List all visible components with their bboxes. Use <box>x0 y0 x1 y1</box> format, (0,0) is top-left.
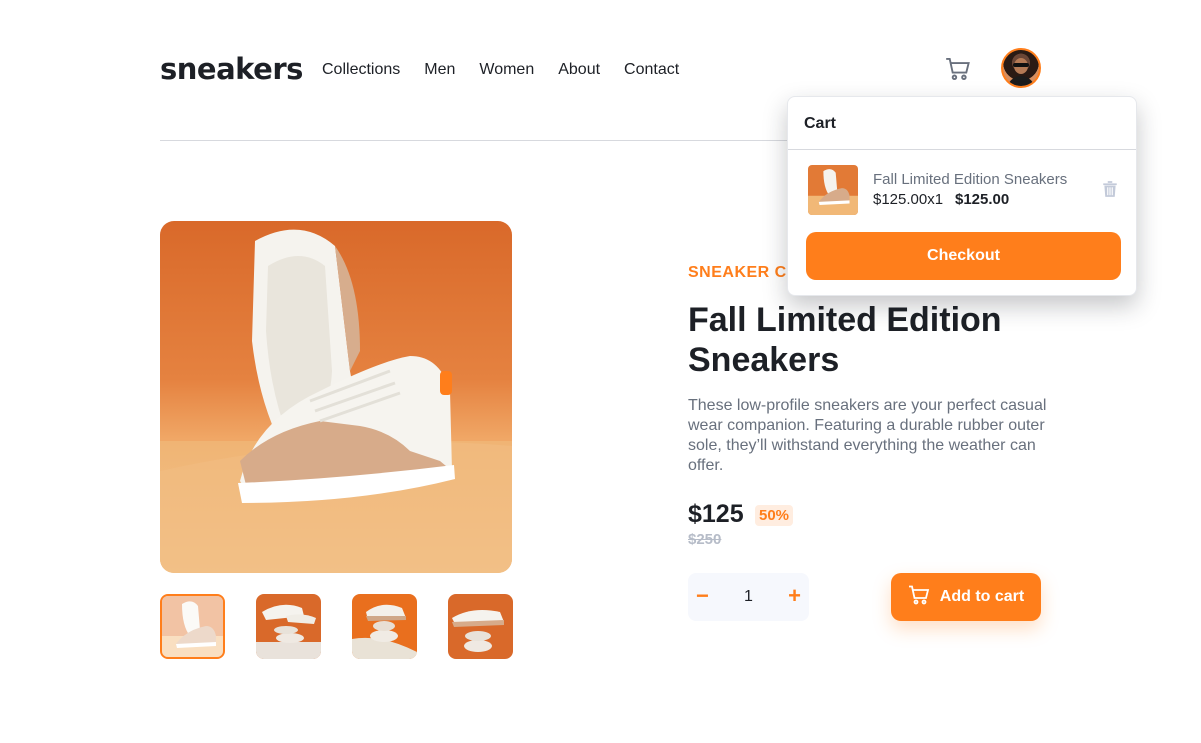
quantity-stepper: − 1 + <box>688 573 809 621</box>
nav-link-collections[interactable]: Collections <box>322 61 400 79</box>
thumbnail-4[interactable] <box>448 594 513 659</box>
cart-icon <box>908 585 930 610</box>
nav-link-about[interactable]: About <box>558 61 600 79</box>
cart-item-unit-price: $125.00x1 <box>873 191 944 208</box>
user-avatar[interactable] <box>1001 48 1041 88</box>
cart-item: Fall Limited Edition Sneakers $125.00x1 … <box>808 165 1120 215</box>
thumbnail-1[interactable] <box>160 594 225 659</box>
product-description: These low-profile sneakers are your perf… <box>688 397 1047 474</box>
discount-badge: 50% <box>755 505 794 526</box>
cart-item-thumbnail <box>808 165 858 215</box>
thumbnail-strip <box>160 594 513 659</box>
company-label: SNEAKER CO <box>688 264 800 281</box>
product-main-image[interactable] <box>160 221 512 573</box>
nav-link-women[interactable]: Women <box>479 61 534 79</box>
main-nav: Collections Men Women About Contact <box>322 61 679 79</box>
trash-icon[interactable] <box>1102 180 1118 198</box>
nav-link-contact[interactable]: Contact <box>624 61 679 79</box>
thumbnail-2[interactable] <box>256 594 321 659</box>
product-title: Fall Limited Edition Sneakers <box>688 301 1002 379</box>
logo[interactable]: sneakers <box>160 52 303 86</box>
cart-item-total: $125.00 <box>955 191 1010 208</box>
checkout-button[interactable]: Checkout <box>806 232 1121 280</box>
add-to-cart-button[interactable]: Add to cart <box>891 573 1041 621</box>
add-to-cart-label: Add to cart <box>939 588 1025 605</box>
cart-item-name: Fall Limited Edition Sneakers <box>873 171 1068 188</box>
cart-icon[interactable] <box>945 56 971 82</box>
nav-link-men[interactable]: Men <box>424 61 455 79</box>
increase-quantity-button[interactable]: + <box>788 583 801 609</box>
thumbnail-3[interactable] <box>352 594 417 659</box>
current-price: $125 <box>688 500 744 528</box>
cart-title: Cart <box>788 97 1136 150</box>
original-price: $250 <box>688 531 722 548</box>
cart-dropdown: Cart Fall Limited Edition Sneakers $125.… <box>787 96 1137 296</box>
